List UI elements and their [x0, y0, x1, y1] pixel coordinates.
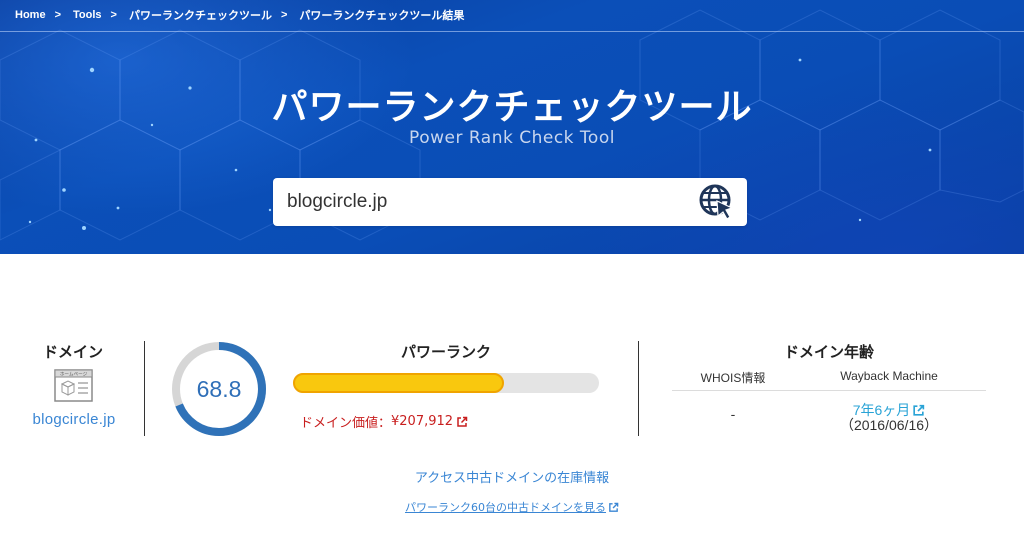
- breadcrumb: Home > Tools > パワーランクチェックツール > パワーランクチェッ…: [15, 7, 464, 23]
- breadcrumb-separator: >: [110, 9, 117, 21]
- breadcrumb-home[interactable]: Home: [15, 9, 46, 21]
- domain-heading: ドメイン: [42, 343, 103, 361]
- table-header-divider: [672, 390, 986, 391]
- breadcrumb-tools[interactable]: Tools: [73, 9, 102, 21]
- breadcrumb-power-rank-tool[interactable]: パワーランクチェックツール: [129, 7, 272, 23]
- column-divider: [638, 341, 639, 436]
- used-domains-link-text: パワーランク60台の中古ドメインを見る: [405, 501, 606, 514]
- page-title: パワーランクチェックツール: [271, 87, 753, 128]
- homepage-icon-caption: ホームページ: [60, 372, 88, 378]
- column-divider: [144, 341, 145, 436]
- whois-value: -: [730, 408, 736, 423]
- domain-search-input[interactable]: [287, 178, 687, 226]
- page-subtitle: Power Rank Check Tool: [409, 128, 615, 148]
- breadcrumb-separator: >: [280, 9, 288, 21]
- wayback-first-date: （2016/06/16）: [839, 417, 939, 433]
- domain-value-amount: ¥207,912: [391, 414, 454, 429]
- domain-value: ドメイン価値： ¥207,912: [300, 412, 468, 431]
- power-rank-score: 68.8: [196, 376, 242, 402]
- access-inventory-heading[interactable]: アクセス中古ドメインの在庫情報: [0, 467, 1024, 486]
- globe-cursor-icon[interactable]: [697, 182, 737, 222]
- homepage-window-icon: ホームページ: [54, 369, 93, 402]
- power-rank-bar: [293, 373, 599, 393]
- external-link-icon[interactable]: [456, 416, 468, 428]
- external-link-icon: [609, 502, 619, 512]
- breadcrumb-divider: [0, 31, 1024, 32]
- power-rank-heading: パワーランク: [400, 343, 491, 361]
- search-box: [273, 178, 747, 226]
- domain-value-label: ドメイン価値：: [300, 416, 392, 431]
- domain-age-heading: ドメイン年齢: [783, 343, 874, 361]
- wayback-column-header: Wayback Machine: [840, 369, 938, 383]
- breadcrumb-current: パワーランクチェックツール結果: [299, 10, 465, 22]
- hero-banner: Home > Tools > パワーランクチェックツール > パワーランクチェッ…: [0, 0, 1024, 254]
- used-domains-link[interactable]: パワーランク60台の中古ドメインを見る: [0, 499, 1024, 515]
- breadcrumb-separator: >: [54, 9, 61, 21]
- whois-column-header: WHOIS情報: [700, 371, 766, 385]
- power-rank-bar-fill: [293, 373, 504, 393]
- domain-link[interactable]: blogcircle.jp: [0, 411, 148, 428]
